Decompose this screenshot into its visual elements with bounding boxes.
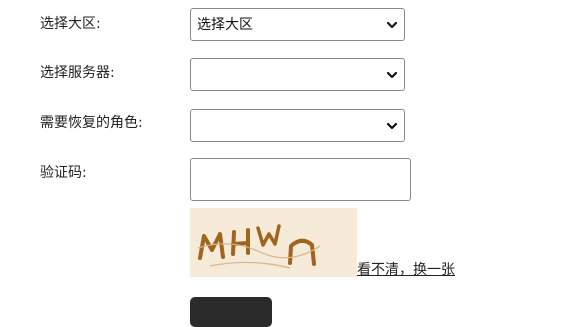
region-select-value: 选择大区 <box>197 17 253 33</box>
captcha-refresh-link[interactable]: 看不清，换一张 <box>357 261 455 279</box>
region-label: 选择大区: <box>40 16 101 32</box>
chevron-down-icon <box>386 21 398 29</box>
character-label: 需要恢复的角色: <box>40 115 143 131</box>
region-select[interactable]: 选择大区 <box>190 8 405 41</box>
submit-button[interactable] <box>190 297 272 327</box>
captcha-image[interactable] <box>190 208 357 277</box>
captcha-label: 验证码: <box>40 165 87 181</box>
chevron-down-icon <box>386 71 398 79</box>
captcha-input[interactable] <box>190 158 411 201</box>
server-label: 选择服务器: <box>40 65 115 81</box>
server-select[interactable] <box>190 58 405 91</box>
character-select[interactable] <box>190 109 405 142</box>
chevron-down-icon <box>386 122 398 130</box>
